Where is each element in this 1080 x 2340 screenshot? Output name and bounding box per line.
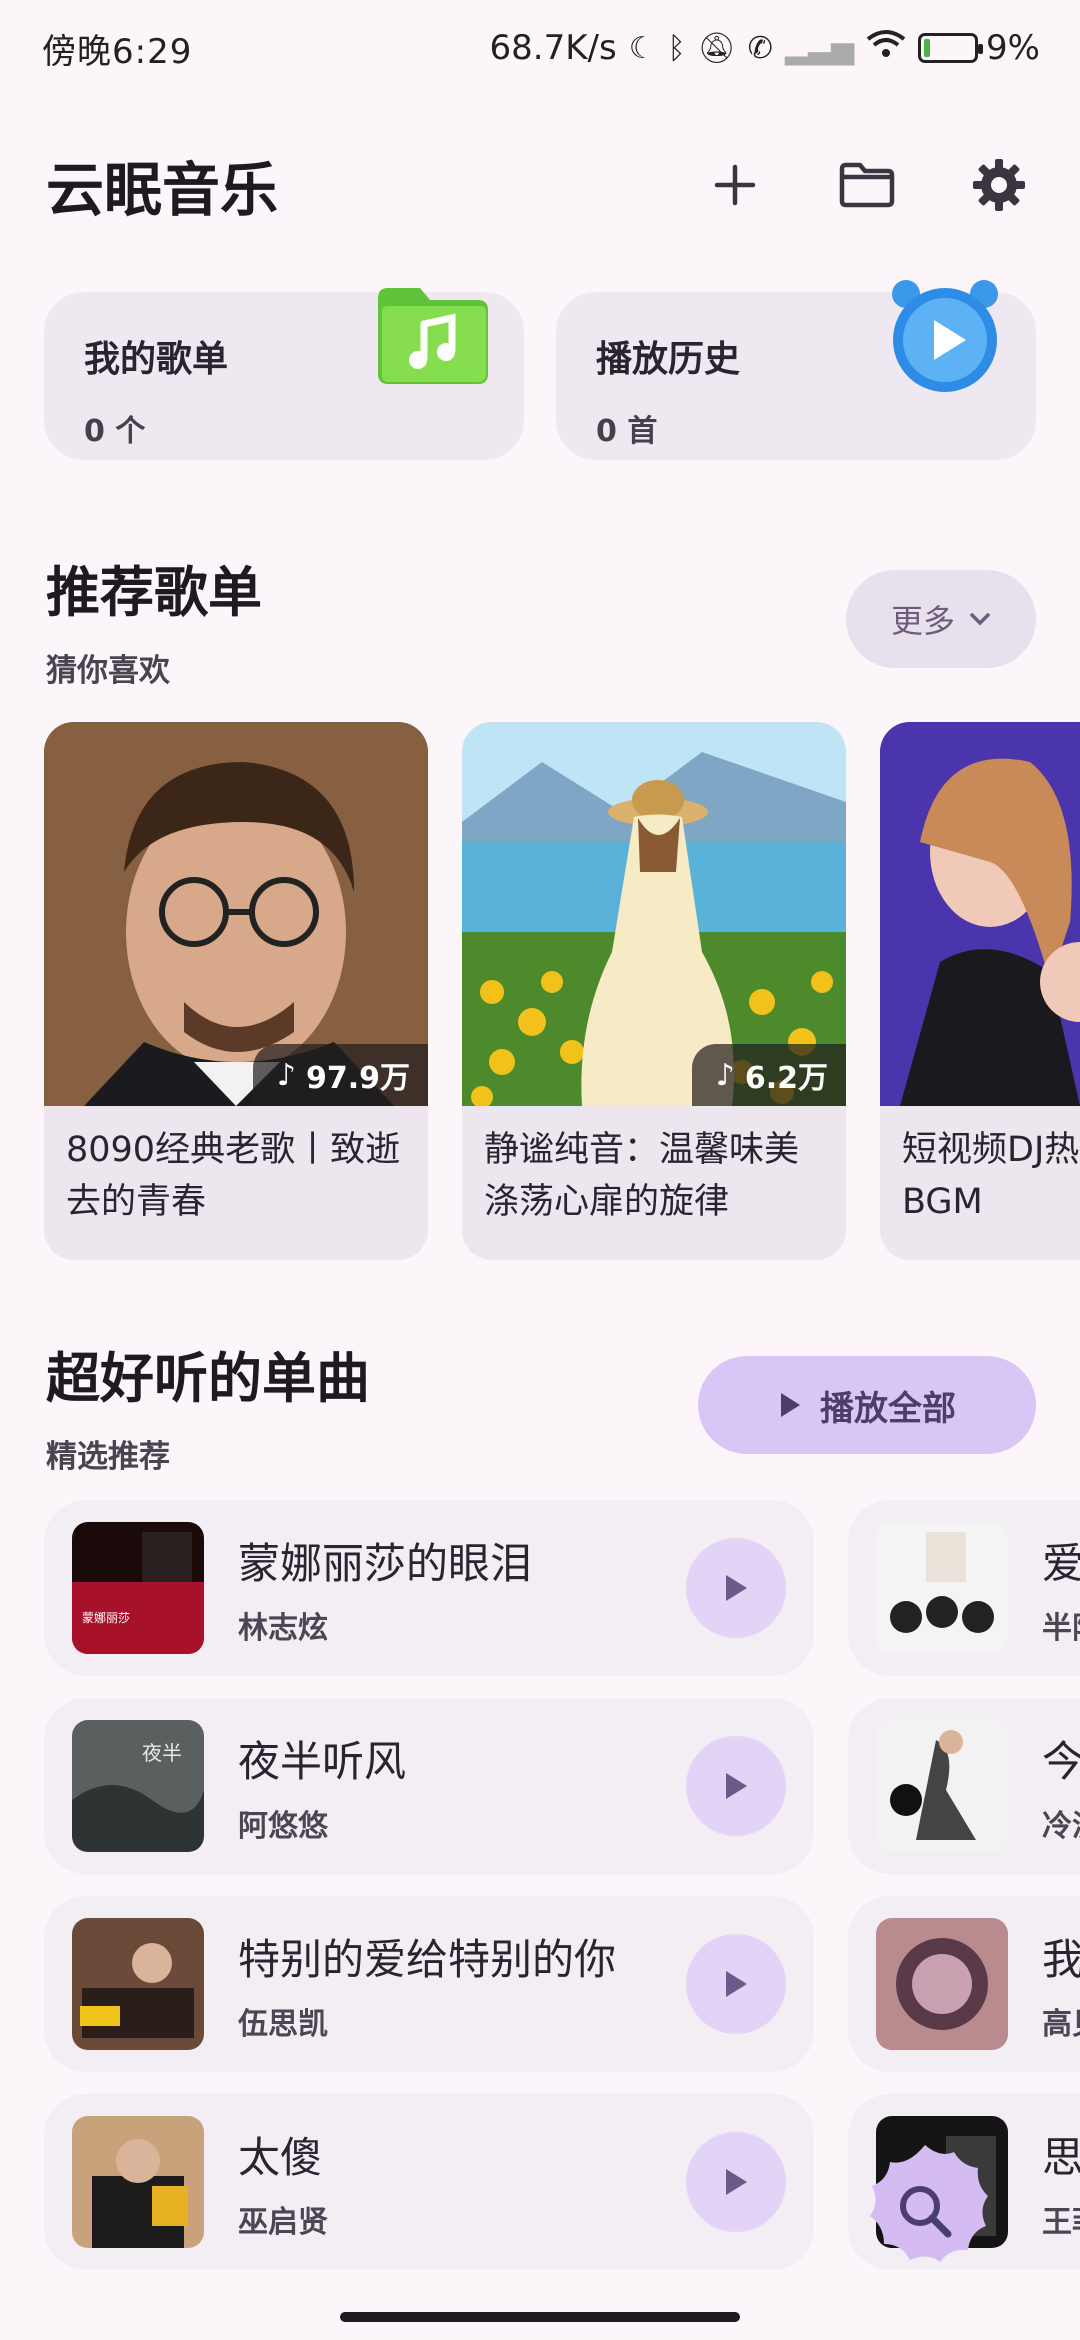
folder-button[interactable] xyxy=(832,150,902,220)
status-icons: 68.7K/s ☾ ᛒ 🔕︎ ✆ ▂▃▅ 9% xyxy=(490,28,1040,68)
add-button[interactable] xyxy=(700,150,770,220)
wifi-icon xyxy=(866,29,906,67)
add-icon xyxy=(714,164,756,206)
battery-icon xyxy=(918,33,984,63)
song-play-button[interactable] xyxy=(686,1736,786,1836)
play-count: 97.9万 xyxy=(305,1061,410,1096)
chevron-down-icon xyxy=(970,613,990,626)
music-note-icon: ♪ xyxy=(276,1057,296,1093)
playlist-title: 静谧纯音：温馨味美涤荡心扉的旋律 xyxy=(484,1130,800,1222)
song-artist: 伍思凯 xyxy=(238,2006,328,2042)
music-note-icon: ♪ xyxy=(715,1057,735,1093)
song-item[interactable]: 特别的爱给特别的你 伍思凯 xyxy=(44,1896,814,2072)
mute-bell-icon: 🔕︎ xyxy=(697,30,736,66)
song-artist: 林志炫 xyxy=(238,1610,328,1646)
song-artist: 巫启贤 xyxy=(238,2204,328,2240)
svg-text:蒙娜丽莎: 蒙娜丽莎 xyxy=(82,1611,130,1625)
song-item[interactable]: 爱你 半阳 xyxy=(848,1500,1080,1676)
playlist-carousel[interactable]: ♪ 97.9万 8090经典老歌丨致逝去的青春 ♪ 6.2万 静谧纯音：温馨味美… xyxy=(44,722,1080,1262)
battery-percent: 9% xyxy=(986,28,1040,68)
playlist-card[interactable]: ♪ 97.9万 8090经典老歌丨致逝去的青春 xyxy=(44,722,428,1260)
song-item[interactable]: 今天 冷漠 xyxy=(848,1698,1080,1874)
song-item[interactable]: 我 高见 xyxy=(848,1896,1080,2072)
song-title: 蒙娜丽莎的眼泪 xyxy=(238,1538,533,1588)
song-artist: 高见 xyxy=(1042,2006,1080,2042)
play-all-label: 播放全部 xyxy=(820,1388,956,1429)
net-speed: 68.7K/s xyxy=(489,28,617,68)
play-icon xyxy=(726,1575,747,1601)
song-artist: 半阳 xyxy=(1042,1610,1080,1646)
song-artist: 王菲 xyxy=(1042,2204,1080,2240)
gesture-bar[interactable] xyxy=(340,2312,740,2322)
song-title: 太傻 xyxy=(238,2132,323,2182)
song-title: 我 xyxy=(1042,1934,1080,1984)
svg-text:夜半: 夜半 xyxy=(142,1741,182,1765)
song-artist: 阿悠悠 xyxy=(238,1808,328,1844)
playlist-cover: ♪ 6.2万 xyxy=(462,722,846,1108)
playlist-card[interactable]: ♪ 6.2万 静谧纯音：温馨味美涤荡心扉的旋律 xyxy=(462,722,846,1260)
moon-icon: ☾ xyxy=(628,30,656,66)
more-label: 更多 xyxy=(890,602,955,640)
settings-icon xyxy=(973,159,1025,211)
song-play-button[interactable] xyxy=(686,1538,786,1638)
recommend-header: 推荐歌单 猜你喜欢 更多 xyxy=(46,548,1036,690)
song-title: 特别的爱给特别的你 xyxy=(238,1934,617,1984)
song-cover xyxy=(876,1522,1008,1654)
quick-count: 0 个 xyxy=(84,414,146,449)
playlist-cover: ♪ 97.9万 xyxy=(44,722,428,1106)
section-title: 推荐歌单 xyxy=(46,561,262,624)
search-fab[interactable] xyxy=(850,2140,1000,2290)
song-artist: 冷漠 xyxy=(1042,1808,1080,1844)
singles-header: 超好听的单曲 精选推荐 播放全部 xyxy=(46,1334,1036,1476)
song-play-button[interactable] xyxy=(686,2132,786,2232)
song-cover xyxy=(72,2116,204,2248)
play-count: 6.2万 xyxy=(744,1061,828,1096)
play-icon xyxy=(781,1393,800,1417)
playlist-title: 8090经典老歌丨致逝去的青春 xyxy=(66,1130,401,1222)
song-item[interactable]: 太傻 巫启贤 xyxy=(44,2094,814,2270)
play-history-card[interactable]: 播放历史 0 首 xyxy=(556,280,1036,460)
song-cover: 蒙娜丽莎 xyxy=(72,1522,204,1654)
app-title: 云眠音乐 xyxy=(46,156,279,224)
song-title: 思念 xyxy=(1042,2132,1080,2182)
alarm-clock-play-icon xyxy=(892,280,998,392)
folder-icon xyxy=(839,162,895,208)
song-item[interactable]: 蒙娜丽莎 蒙娜丽莎的眼泪 林志炫 xyxy=(44,1500,814,1676)
section-subtitle: 猜你喜欢 xyxy=(46,653,170,689)
battery-indicator: 9% xyxy=(918,28,1040,68)
song-cover xyxy=(876,1918,1008,2050)
play-icon xyxy=(726,1971,747,1997)
play-icon xyxy=(726,2169,747,2195)
settings-button[interactable] xyxy=(964,150,1034,220)
more-button[interactable]: 更多 xyxy=(846,570,1036,668)
status-time: 傍晚6:29 xyxy=(42,31,193,72)
song-cover xyxy=(72,1918,204,2050)
playlist-title: 短视频DJ热歌丨网红BGM xyxy=(902,1130,1080,1222)
play-all-button[interactable]: 播放全部 xyxy=(698,1356,1036,1454)
playlist-cover xyxy=(880,722,1080,1106)
my-playlists-card[interactable]: 我的歌单 0 个 xyxy=(44,288,524,460)
play-count-badge: ♪ 97.9万 xyxy=(252,1044,428,1106)
music-folder-icon xyxy=(378,288,488,384)
status-bar: 傍晚6:29 68.7K/s ☾ ᛒ 🔕︎ ✆ ▂▃▅ 9% xyxy=(0,0,1080,96)
song-title: 夜半听风 xyxy=(238,1736,407,1786)
playlist-card[interactable]: 短视频DJ热歌丨网红BGM xyxy=(880,722,1080,1260)
song-cover: 夜半 xyxy=(72,1720,204,1852)
signal-icon: ▂▃▅ xyxy=(784,30,855,66)
song-title: 爱你 xyxy=(1042,1538,1080,1588)
bluetooth-icon: ᛒ xyxy=(667,30,686,66)
song-play-button[interactable] xyxy=(686,1934,786,2034)
song-cover xyxy=(876,1720,1008,1852)
quick-count: 0 首 xyxy=(596,414,658,449)
app-bar: 云眠音乐 xyxy=(0,130,1080,240)
section-title: 超好听的单曲 xyxy=(46,1347,370,1410)
section-subtitle: 精选推荐 xyxy=(46,1439,170,1475)
quick-access-row: 我的歌单 0 个 播放历史 0 首 xyxy=(44,280,1036,460)
play-icon xyxy=(726,1773,747,1799)
play-count-badge: ♪ 6.2万 xyxy=(691,1044,846,1106)
call-icon: ✆ xyxy=(747,30,773,66)
song-title: 今天 xyxy=(1042,1736,1080,1786)
app-actions xyxy=(700,150,1034,220)
song-item[interactable]: 夜半 夜半听风 阿悠悠 xyxy=(44,1698,814,1874)
